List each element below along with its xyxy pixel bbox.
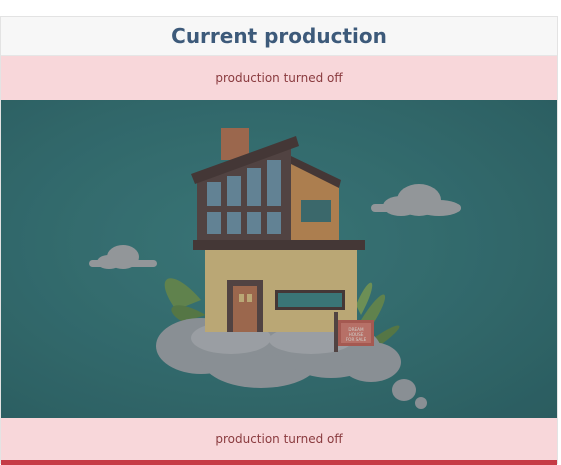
production-image: DREAM HOUSE FOR SALE — [1, 100, 557, 418]
house-illustration: DREAM HOUSE FOR SALE — [1, 100, 557, 418]
status-banner-bottom: production turned off — [1, 418, 557, 460]
production-card: Current production production turned off — [0, 16, 558, 465]
status-message-top: production turned off — [215, 71, 343, 85]
status-banner-top: production turned off — [1, 56, 557, 100]
page-title: Current production — [171, 24, 387, 48]
status-message-bottom: production turned off — [215, 432, 343, 446]
card-header: Current production — [1, 17, 557, 56]
accent-strip — [1, 460, 557, 465]
